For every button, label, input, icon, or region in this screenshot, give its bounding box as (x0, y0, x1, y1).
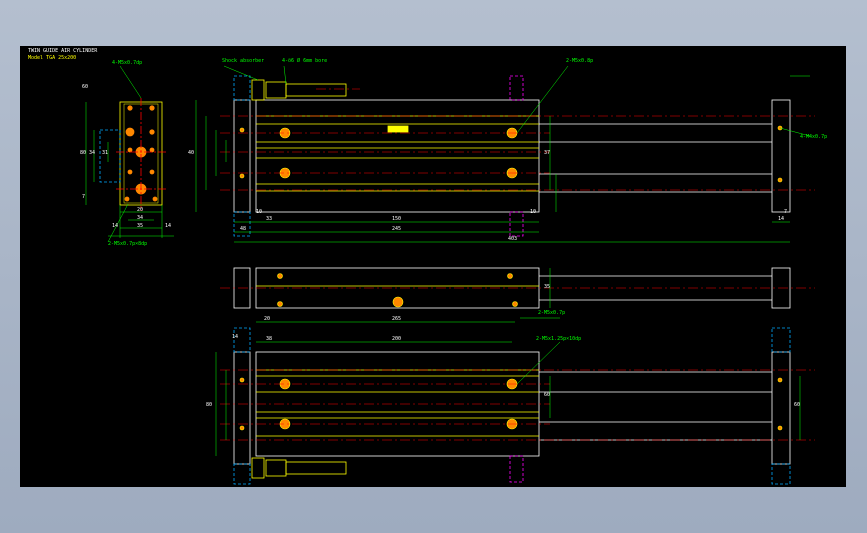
callout-middle: 2-M5x0.7p (538, 310, 566, 316)
dim-bot-60a: 60 (544, 392, 551, 398)
callout-shock-absorber: Shock absorber (222, 58, 265, 64)
dim-top-40: 40 (188, 150, 195, 156)
dim-side-31: 31 (102, 150, 109, 156)
dim-side-14a: 14 (112, 223, 119, 229)
drawing-canvas[interactable]: TWIN GUIDE AIR CYLINDER Model TGA 25x200… (20, 46, 846, 487)
dim-side-35: 35 (137, 223, 144, 229)
dim-top-403: 403 (508, 236, 518, 242)
dim-mid-265: 265 (392, 316, 402, 322)
middle-view (220, 267, 815, 323)
dim-bot-38: 38 (266, 336, 273, 342)
callout-side-bottom: 2-M5x0.7p×8dp (108, 241, 148, 247)
top-view (195, 65, 815, 243)
dim-bot-80: 80 (206, 402, 213, 408)
drawing-title: TWIN GUIDE AIR CYLINDER (28, 48, 98, 54)
dim-top-48: 48 (240, 226, 247, 232)
drawing-model: Model TGA 25x200 (28, 55, 77, 61)
dim-top-7: 7 (784, 209, 788, 215)
callout-bottom: 2-M5x1.25p×10dp (536, 336, 582, 342)
callout-bore: 4-ö6 Ø 6mm bore (282, 58, 328, 64)
dim-top-10b: 10 (530, 209, 537, 215)
dim-side-7: 7 (82, 194, 86, 200)
dim-top-150: 150 (392, 216, 402, 222)
dim-top-14: 14 (778, 216, 785, 222)
dim-side-20: 20 (137, 207, 144, 213)
dim-top-37: 37 (544, 150, 551, 156)
dim-top-245: 245 (392, 226, 402, 232)
dim-mid-35: 35 (544, 284, 551, 290)
dim-top-10a: 10 (256, 209, 263, 215)
bottom-view (215, 327, 815, 485)
dim-bot-60b: 60 (794, 402, 801, 408)
callout-end-plate: 4-M4x0.7p (800, 134, 828, 140)
dim-side-60: 60 (82, 84, 89, 90)
dim-top-33: 33 (266, 216, 273, 222)
callout-side-top: 4-M5x0.7dp (112, 60, 143, 66)
callout-top-right: 2-M5x0.8p (566, 58, 594, 64)
dim-side-34v: 34 (89, 150, 96, 156)
dim-side-14b: 14 (165, 223, 172, 229)
dim-side-34: 34 (137, 215, 144, 221)
dim-side-80: 80 (80, 150, 87, 156)
dim-bot-200: 200 (392, 336, 402, 342)
dim-bot-14: 14 (232, 334, 239, 340)
cad-drawing (85, 65, 815, 485)
side-view (85, 65, 174, 243)
dim-mid-20: 20 (264, 316, 271, 322)
